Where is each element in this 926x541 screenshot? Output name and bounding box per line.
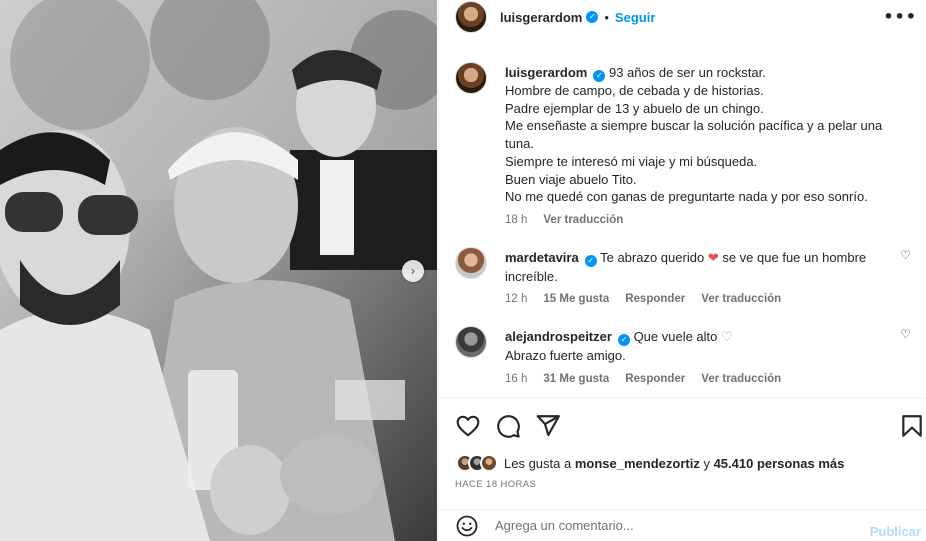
comment-text: alejandrospeitzer ✓ Que vuele alto ♡ Abra… xyxy=(505,320,905,364)
verified-icon: ✓ xyxy=(584,254,597,267)
caption-text: luisgerardom ✓ 93 años de ser un rockstar… xyxy=(505,56,905,206)
caption: luisgerardom ✓ 93 años de ser un rockstar… xyxy=(455,56,911,226)
caption-line: Buen viaje abuelo Tito. xyxy=(505,171,637,187)
liker-avatar xyxy=(480,454,498,472)
separator-dot: • xyxy=(604,9,609,25)
verified-icon: ✓ xyxy=(617,334,630,347)
reply-button[interactable]: Responder xyxy=(625,293,685,305)
translate-link[interactable]: Ver traducción xyxy=(701,293,781,305)
commenter-avatar[interactable] xyxy=(455,246,487,279)
comment-bubble-icon[interactable] xyxy=(495,413,521,439)
post-time-ago[interactable]: HACE 18 HORAS xyxy=(455,479,536,490)
author-avatar[interactable] xyxy=(455,1,487,33)
caption-line: Me enseñaste a siempre buscar la solució… xyxy=(505,118,883,152)
comment-text-a: Que vuele alto xyxy=(633,329,718,345)
post-header: luisgerardom ✓ • Seguir ••• xyxy=(439,0,926,34)
comment-like-icon[interactable]: ♡ xyxy=(900,248,911,262)
comment-likes[interactable]: 31 Me gusta xyxy=(543,373,609,385)
commenter-username[interactable]: mardetavira xyxy=(505,250,579,265)
comment-item: mardetavira ✓ Te abrazo querido ❤ se ve q… xyxy=(455,241,911,305)
comments-list[interactable]: luisgerardom ✓ 93 años de ser un rockstar… xyxy=(439,56,926,396)
caption-username[interactable]: luisgerardom xyxy=(505,65,587,80)
caption-time[interactable]: 18 h xyxy=(505,214,527,226)
verified-icon: ✓ xyxy=(593,70,606,82)
comment-time[interactable]: 16 h xyxy=(505,373,527,385)
comment-input[interactable] xyxy=(495,518,845,533)
likes-connector: y xyxy=(703,455,710,471)
comment-meta: 12 h 15 Me gusta Responder Ver traducció… xyxy=(505,293,905,305)
caption-line: Siempre te interesó mi viaje y mi búsque… xyxy=(505,153,758,169)
post-actions-bar xyxy=(439,398,926,450)
add-comment-bar: Publicar xyxy=(439,509,926,541)
red-heart-icon: ❤ xyxy=(707,250,719,266)
translate-link[interactable]: Ver traducción xyxy=(701,373,781,385)
publish-button[interactable]: Publicar xyxy=(870,524,921,539)
likes-count[interactable]: 45.410 personas más xyxy=(714,456,845,471)
post-photo[interactable]: › xyxy=(0,0,437,541)
comment-like-icon[interactable]: ♡ xyxy=(900,327,911,341)
caption-line: 93 años de ser un rockstar. xyxy=(608,65,766,80)
likes-summary: Les gusta a monse_mendezortiz y 45.410 p… xyxy=(456,454,844,472)
save-bookmark-icon[interactable] xyxy=(899,413,925,439)
caption-line: Padre ejemplar de 13 y abuelo de un chin… xyxy=(505,100,764,116)
verified-icon: ✓ xyxy=(586,11,599,23)
comment-time[interactable]: 12 h xyxy=(505,293,527,305)
white-heart-icon: ♡ xyxy=(721,330,733,346)
likes-prefix: Les gusta a xyxy=(504,455,572,471)
caption-avatar[interactable] xyxy=(455,62,487,94)
post-details-panel: luisgerardom ✓ • Seguir ••• luisgerardom… xyxy=(438,0,926,541)
emoji-icon[interactable] xyxy=(455,514,479,538)
more-options-icon[interactable]: ••• xyxy=(883,7,917,26)
caption-line: Hombre de campo, de cebada y de historia… xyxy=(505,83,764,98)
commenter-avatar[interactable] xyxy=(455,326,487,359)
share-send-icon[interactable] xyxy=(535,413,561,439)
caption-line: No me quedé con ganas de preguntarte nad… xyxy=(505,189,868,205)
comment-text: mardetavira ✓ Te abrazo querido ❤ se ve q… xyxy=(505,241,905,285)
liker-avatars[interactable] xyxy=(456,454,498,472)
photo-image xyxy=(0,0,437,541)
author-username[interactable]: luisgerardom xyxy=(500,10,582,25)
translate-link[interactable]: Ver traducción xyxy=(543,214,623,226)
caption-meta: 18 h Ver traducción xyxy=(505,214,905,226)
comment-item: alejandrospeitzer ✓ Que vuele alto ♡ Abra… xyxy=(455,320,911,385)
comment-likes[interactable]: 15 Me gusta xyxy=(543,293,609,305)
likes-user[interactable]: monse_mendezortiz xyxy=(575,456,700,471)
carousel-next-button[interactable]: › xyxy=(402,260,424,282)
reply-button[interactable]: Responder xyxy=(625,373,685,385)
like-heart-icon[interactable] xyxy=(455,413,481,439)
comment-text-b: Abrazo fuerte amigo. xyxy=(505,348,626,364)
follow-button[interactable]: Seguir xyxy=(615,10,655,25)
commenter-username[interactable]: alejandrospeitzer xyxy=(505,329,612,344)
comment-text-a: Te abrazo querido xyxy=(600,249,705,265)
comment-meta: 16 h 31 Me gusta Responder Ver traducció… xyxy=(505,373,905,385)
